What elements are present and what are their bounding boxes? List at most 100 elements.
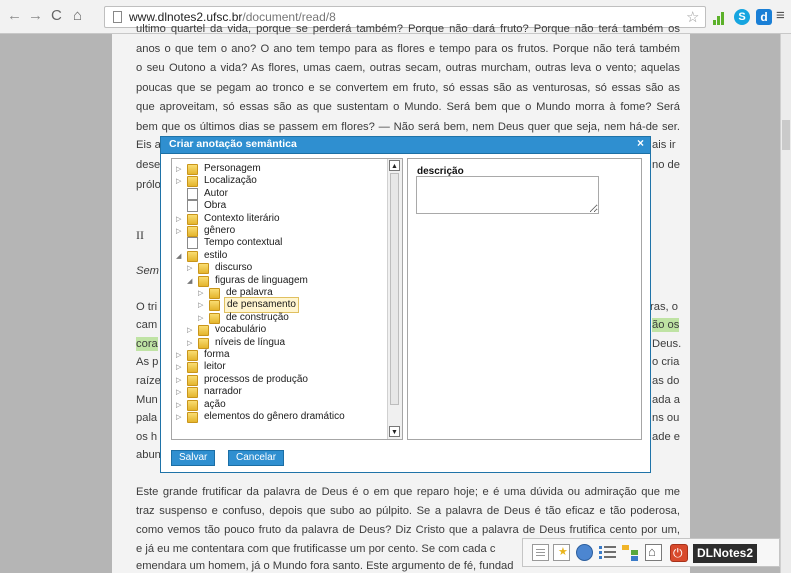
text-line: como vemos tão pouco fruto da palavra de… [136, 524, 680, 536]
text-line: traz suspenso e confuso, depois que subo… [136, 505, 680, 517]
home-icon[interactable] [645, 544, 662, 561]
forward-icon[interactable]: → [28, 8, 43, 24]
back-icon[interactable]: ← [7, 8, 22, 24]
browser-menu-icon[interactable]: ≡ [776, 8, 788, 24]
category-tree[interactable]: ▷ Personagem ▷ Localização Autor Obra ▷ Context… [171, 158, 403, 440]
tree-icon[interactable] [622, 544, 639, 561]
note-icon[interactable] [553, 544, 570, 561]
page-icon[interactable] [532, 544, 549, 561]
collapsed-arrow-icon[interactable]: ▷ [176, 400, 184, 411]
tree-item-label[interactable]: elementos do gênero dramático [202, 410, 347, 424]
text-line: que aproveitam, só essas são as que sust… [136, 101, 680, 113]
text-fragment: ns ou [652, 412, 680, 424]
folder-icon [187, 176, 198, 188]
expanded-arrow-icon[interactable]: ◢ [176, 251, 184, 262]
annotation-dialog: Criar anotação semântica × ▷ Personagem ▷ L… [160, 136, 651, 473]
collapsed-arrow-icon[interactable]: ▷ [176, 214, 184, 225]
folder-icon [198, 337, 209, 349]
folder-icon [187, 362, 198, 374]
folder-icon [187, 387, 198, 399]
collapsed-arrow-icon[interactable]: ▷ [176, 412, 184, 423]
collapsed-arrow-icon[interactable]: ▷ [198, 288, 206, 299]
folder-icon [187, 213, 198, 225]
collapsed-arrow-icon[interactable]: ▷ [187, 325, 195, 336]
text-line: anos o que tem o ano? O ano tem tempo pa… [136, 43, 680, 55]
text-fragment: raíze [136, 375, 161, 387]
folder-icon [198, 263, 209, 275]
collapsed-arrow-icon[interactable]: ▷ [176, 375, 184, 386]
dlnotes-toolbar: DLNotes2 [522, 538, 780, 567]
page-scrollbar[interactable] [780, 34, 791, 573]
text-fragment: ais ir [652, 139, 676, 151]
text-line: e já eu me contentara com que frutificas… [136, 543, 496, 555]
save-button[interactable]: Salvar [171, 450, 216, 466]
text-fragment: pala [136, 412, 158, 424]
text-fragment: o cria [652, 356, 680, 368]
scroll-up-icon[interactable]: ▲ [389, 160, 400, 171]
list-icon[interactable] [599, 544, 616, 561]
collapsed-arrow-icon[interactable]: ▷ [176, 387, 184, 398]
highlighted-fragment[interactable]: cora [136, 337, 158, 351]
text-fragment: ade e [652, 431, 680, 443]
scroll-down-icon[interactable]: ▼ [389, 426, 400, 437]
folder-icon [209, 300, 220, 312]
left-margin [0, 34, 112, 573]
text-fragment: As p [136, 356, 159, 368]
collapsed-arrow-icon[interactable]: ▷ [176, 226, 184, 237]
description-input[interactable] [416, 176, 599, 214]
tree-scrollbar[interactable]: ▲ ▼ [387, 159, 402, 439]
collapsed-arrow-icon[interactable]: ▷ [198, 300, 206, 311]
refresh-icon[interactable] [576, 544, 593, 561]
folder-icon [209, 288, 220, 299]
text-fragment: as do [652, 375, 680, 387]
page-scrollbar-thumb[interactable] [782, 120, 790, 150]
folder-icon [187, 399, 198, 411]
close-icon[interactable]: × [637, 136, 644, 150]
text-fragment: dese [136, 159, 161, 171]
section-heading: II [136, 228, 144, 242]
collapsed-arrow-icon[interactable]: ▷ [176, 164, 184, 175]
folder-icon [187, 226, 198, 237]
dlnotes-brand: DLNotes2 [693, 544, 758, 563]
right-margin [690, 34, 780, 573]
signal-extension-icon[interactable] [712, 9, 728, 25]
expanded-arrow-icon[interactable]: ◢ [187, 276, 195, 287]
text-fragment: O tri [136, 301, 158, 313]
folder-icon [187, 412, 198, 423]
collapsed-arrow-icon[interactable]: ▷ [176, 362, 184, 373]
folder-icon [187, 164, 198, 175]
text-fragment: cam [136, 319, 158, 331]
reload-icon[interactable]: C [51, 8, 62, 24]
dlnotes-extension-icon[interactable]: d [756, 9, 772, 25]
document-icon [187, 237, 198, 250]
highlighted-fragment[interactable]: ão os [652, 318, 680, 332]
document-icon [187, 200, 198, 213]
text-fragment: no de [652, 159, 680, 171]
text-line: emendara um homem, já o Mundo fora santo… [136, 560, 514, 572]
text-line: o seu Outono a vida? As flores, umas cae… [136, 62, 680, 74]
collapsed-arrow-icon[interactable]: ▷ [198, 313, 206, 324]
home-icon[interactable]: ⌂ [73, 8, 82, 24]
text-fragment: Sem [136, 265, 160, 277]
text-line: poucas que se pegam ao tronco e se conve… [136, 82, 680, 94]
tree-scrollbar-thumb[interactable] [390, 173, 399, 405]
collapsed-arrow-icon[interactable]: ▷ [176, 176, 184, 187]
text-fragment: prólo [136, 179, 161, 191]
collapsed-arrow-icon[interactable]: ▷ [187, 338, 195, 349]
collapsed-arrow-icon[interactable]: ▷ [187, 263, 195, 274]
page-icon [113, 11, 122, 23]
dialog-title: Criar anotação semântica [169, 138, 297, 150]
collapsed-arrow-icon[interactable]: ▷ [176, 350, 184, 361]
text-fragment: Deus. [652, 338, 682, 350]
text-fragment: Eis a [136, 139, 161, 151]
cancel-button[interactable]: Cancelar [228, 450, 285, 466]
power-icon[interactable] [670, 544, 688, 562]
dialog-title-bar[interactable]: Criar anotação semântica × [161, 136, 650, 154]
bookmark-star-icon[interactable]: ☆ [686, 8, 699, 26]
text-fragment: ada a [652, 394, 680, 406]
folder-icon [198, 325, 209, 337]
skype-extension-icon[interactable]: S [734, 9, 750, 25]
text-line: Este grande frutificar da palavra de Deu… [136, 486, 680, 498]
text-fragment: abun [136, 449, 161, 461]
text-fragment: Mun [136, 394, 158, 406]
